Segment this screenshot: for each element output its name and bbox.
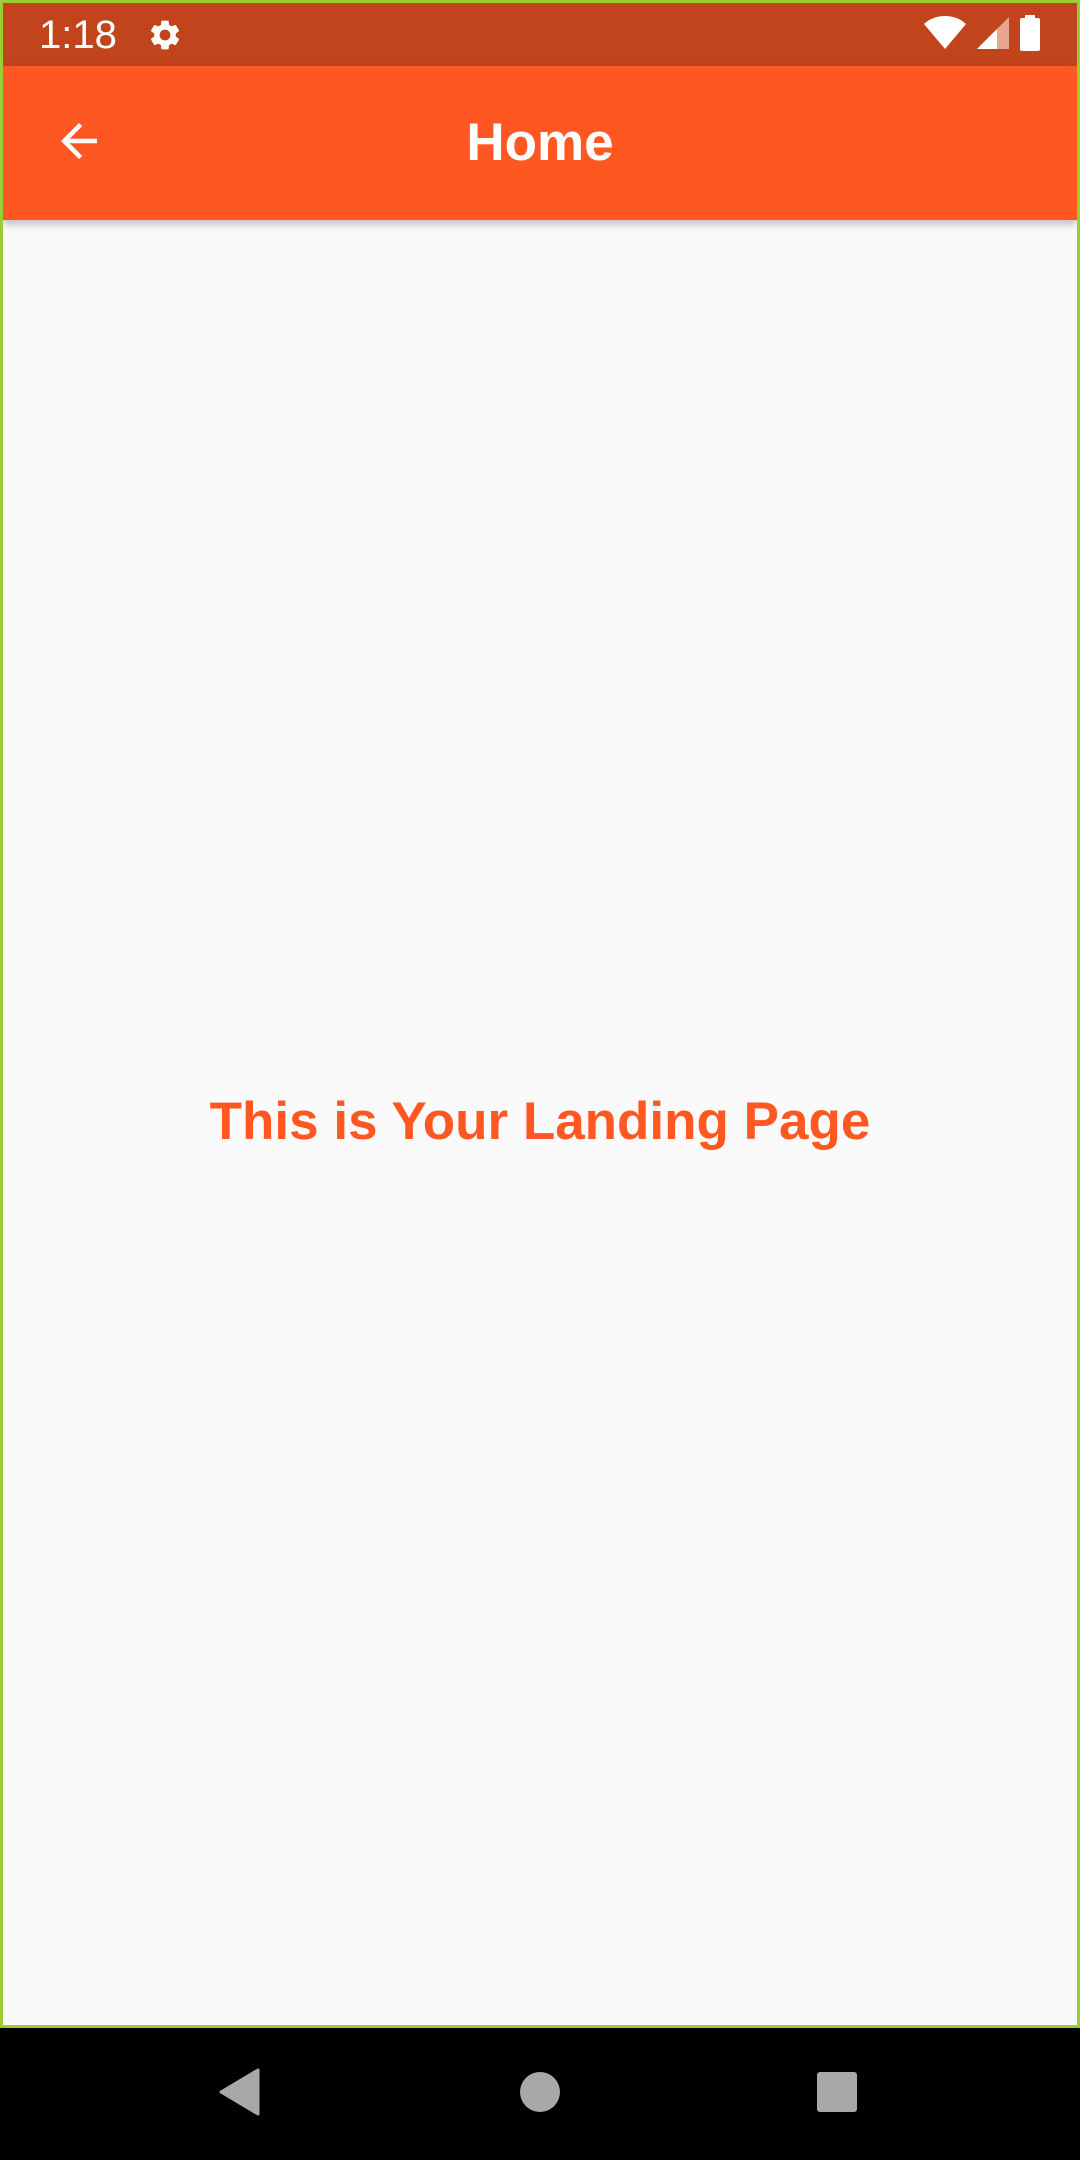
arrow-back-icon — [52, 114, 106, 173]
app-window: 1:18 Home This is Your Landing Page — [0, 0, 1080, 2028]
landing-message: This is Your Landing Page — [209, 1092, 871, 1151]
settings-gear-icon — [147, 17, 183, 53]
battery-icon — [1019, 14, 1041, 56]
phone-screen: 1:18 Home This is Your Landing Page — [0, 0, 1080, 2160]
page-title: Home — [466, 113, 614, 172]
app-bar: Home — [3, 66, 1077, 220]
system-nav-bar — [0, 2028, 1080, 2160]
nav-recents-button[interactable] — [797, 2054, 877, 2134]
wifi-icon — [923, 15, 967, 56]
cellular-signal-icon — [975, 15, 1011, 56]
nav-back-button[interactable] — [200, 2054, 280, 2134]
status-bar: 1:18 — [3, 3, 1077, 66]
back-button[interactable] — [33, 97, 125, 189]
recents-square-icon — [816, 2071, 858, 2118]
nav-home-button[interactable] — [500, 2054, 580, 2134]
main-content: This is Your Landing Page — [3, 220, 1077, 2025]
home-circle-icon — [519, 2071, 561, 2118]
back-triangle-icon — [218, 2068, 262, 2121]
status-time: 1:18 — [39, 13, 117, 57]
status-icons — [923, 14, 1041, 56]
